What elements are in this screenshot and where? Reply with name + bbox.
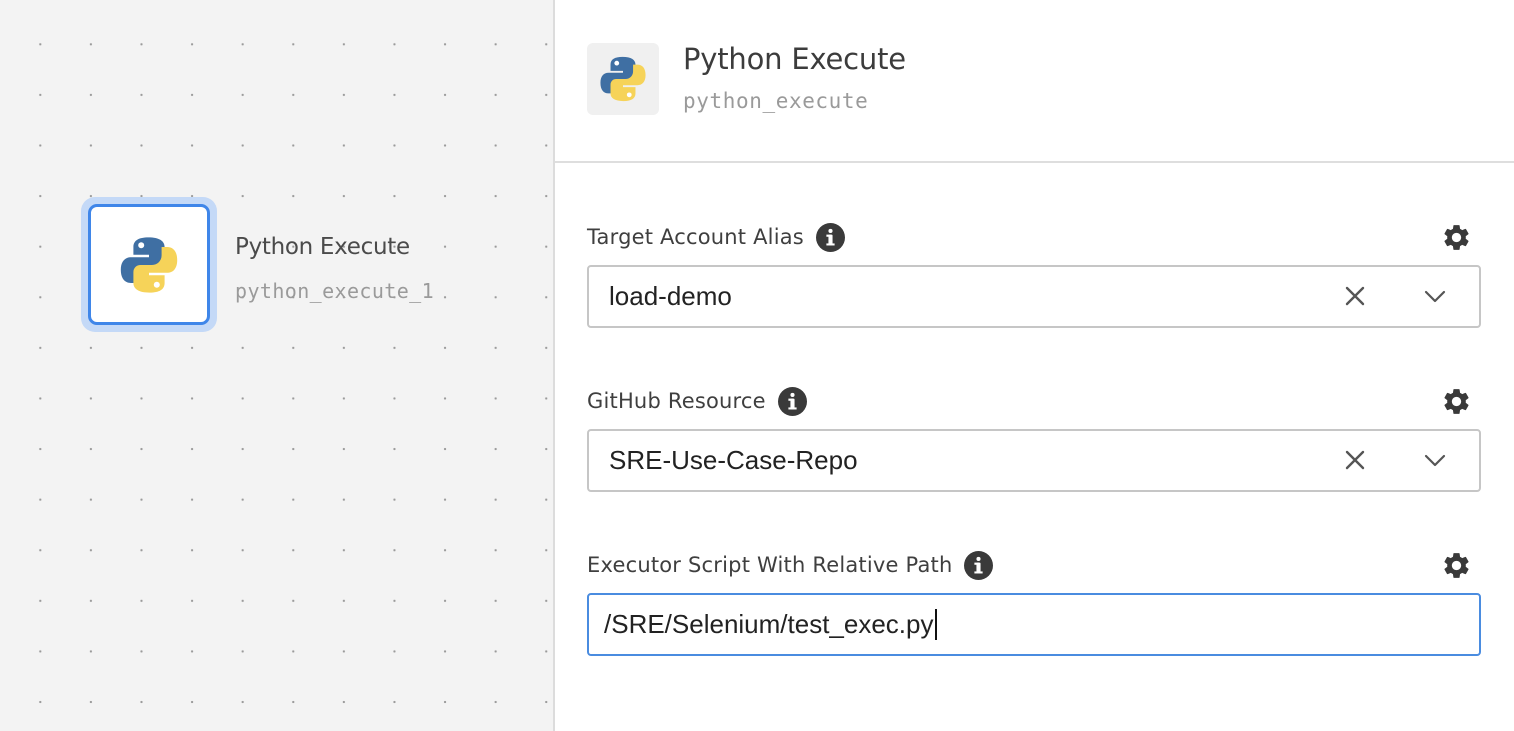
node-icon-frame[interactable] bbox=[88, 204, 210, 325]
target-account-alias-label: Target Account Alias bbox=[587, 223, 845, 251]
github-resource-label: GitHub Resource bbox=[587, 387, 807, 415]
python-logo-icon bbox=[599, 55, 647, 103]
chevron-down-icon[interactable] bbox=[1421, 282, 1449, 310]
panel-header: Python Execute python_execute bbox=[555, 0, 1514, 163]
field-label-text: Target Account Alias bbox=[587, 225, 804, 249]
gear-icon[interactable] bbox=[1440, 221, 1472, 253]
field-label-text: GitHub Resource bbox=[587, 389, 766, 413]
field-label-text: Executor Script With Relative Path bbox=[587, 553, 953, 577]
properties-panel: Python Execute python_execute Target Acc… bbox=[555, 0, 1514, 731]
panel-subtitle: python_execute bbox=[683, 89, 869, 113]
chevron-down-icon[interactable] bbox=[1421, 446, 1449, 474]
python-execute-node[interactable] bbox=[81, 197, 217, 332]
python-logo-icon bbox=[119, 235, 179, 295]
github-resource-select[interactable]: SRE-Use-Case-Repo bbox=[587, 429, 1481, 492]
info-icon[interactable] bbox=[816, 223, 845, 252]
node-title: Python Execute bbox=[235, 234, 410, 260]
info-icon[interactable] bbox=[778, 387, 807, 416]
clear-icon[interactable] bbox=[1341, 282, 1369, 310]
select-value: SRE-Use-Case-Repo bbox=[609, 445, 858, 475]
panel-title: Python Execute bbox=[683, 42, 906, 76]
gear-icon[interactable] bbox=[1440, 549, 1472, 581]
info-icon[interactable] bbox=[964, 551, 993, 580]
node-id: python_execute_1 bbox=[235, 279, 435, 303]
input-value: /SRE/Selenium/test_exec.py bbox=[604, 595, 937, 654]
clear-icon[interactable] bbox=[1341, 446, 1369, 474]
gear-icon[interactable] bbox=[1440, 385, 1472, 417]
target-account-alias-select[interactable]: load-demo bbox=[587, 265, 1481, 328]
text-caret bbox=[934, 608, 937, 640]
workflow-canvas[interactable]: Python Execute python_execute_1 bbox=[0, 0, 555, 731]
executor-script-label: Executor Script With Relative Path bbox=[587, 551, 993, 579]
executor-script-input[interactable]: /SRE/Selenium/test_exec.py bbox=[587, 593, 1481, 656]
header-icon-tile bbox=[587, 43, 659, 115]
input-text: /SRE/Selenium/test_exec.py bbox=[604, 609, 934, 639]
select-value: load-demo bbox=[609, 281, 732, 311]
